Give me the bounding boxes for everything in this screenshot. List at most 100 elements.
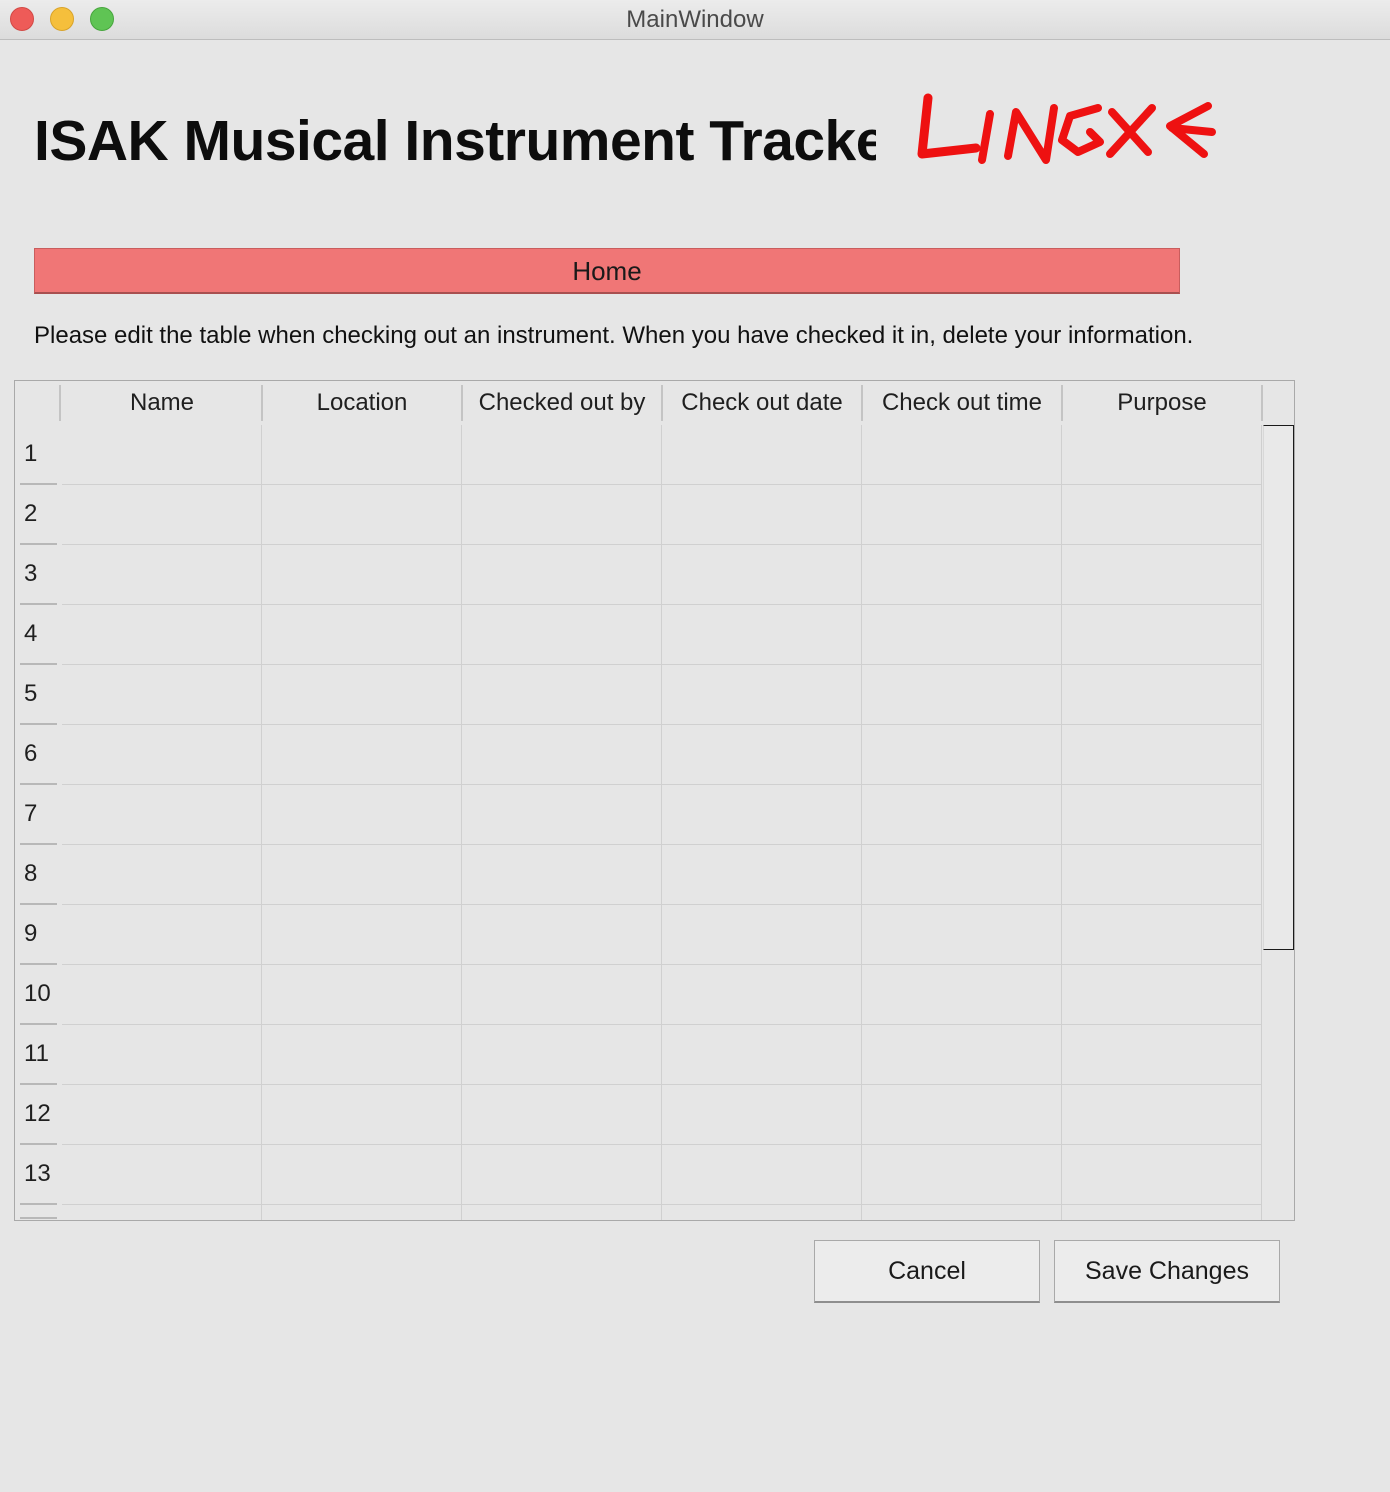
table-cell[interactable] xyxy=(262,425,461,484)
row-header[interactable]: 5 xyxy=(15,665,61,725)
table-cell[interactable] xyxy=(862,845,1061,904)
table-cell[interactable] xyxy=(262,605,461,664)
row-header[interactable]: 10 xyxy=(15,965,61,1025)
column-header[interactable]: Location xyxy=(262,381,462,425)
table-cell[interactable] xyxy=(1062,1025,1261,1084)
table-cell[interactable] xyxy=(862,1085,1061,1144)
table-cell[interactable] xyxy=(462,545,661,604)
table-cell[interactable] xyxy=(262,785,461,844)
table-cell[interactable] xyxy=(1062,905,1261,964)
table-cell[interactable] xyxy=(462,425,661,484)
row-header[interactable]: 12 xyxy=(15,1085,61,1145)
table-cell[interactable] xyxy=(462,785,661,844)
table-cell[interactable] xyxy=(462,1145,661,1204)
table-cell[interactable] xyxy=(62,725,261,784)
table-cell[interactable] xyxy=(62,485,261,544)
row-header[interactable]: 8 xyxy=(15,845,61,905)
table-corner[interactable] xyxy=(15,385,61,421)
column-header[interactable]: Checked out by xyxy=(462,381,662,425)
table-cell[interactable] xyxy=(1062,965,1261,1024)
table-cell[interactable] xyxy=(662,845,861,904)
row-header[interactable]: 9 xyxy=(15,905,61,965)
table-cell[interactable] xyxy=(1062,785,1261,844)
table-cell[interactable] xyxy=(1062,665,1261,724)
table-cell[interactable] xyxy=(1062,1085,1261,1144)
table-cell[interactable] xyxy=(662,485,861,544)
table-cell[interactable] xyxy=(62,905,261,964)
table-cell[interactable] xyxy=(262,665,461,724)
column-header[interactable]: Name xyxy=(62,381,262,425)
table-cell[interactable] xyxy=(862,1025,1061,1084)
table-cell[interactable] xyxy=(662,1025,861,1084)
table-cell[interactable] xyxy=(62,965,261,1024)
row-header[interactable]: 3 xyxy=(15,545,61,605)
table-cell[interactable] xyxy=(462,905,661,964)
table-cell[interactable] xyxy=(262,725,461,784)
column-header[interactable]: Purpose xyxy=(1062,381,1262,425)
table-cell[interactable] xyxy=(62,785,261,844)
table-cell[interactable] xyxy=(862,665,1061,724)
table-cell[interactable] xyxy=(662,545,861,604)
table-cell[interactable] xyxy=(62,845,261,904)
table-cell[interactable] xyxy=(662,905,861,964)
row-header[interactable]: 4 xyxy=(15,605,61,665)
table-cell[interactable] xyxy=(462,1025,661,1084)
table-cell[interactable] xyxy=(1062,605,1261,664)
column-header[interactable]: Check out time xyxy=(862,381,1062,425)
cancel-button[interactable]: Cancel xyxy=(814,1240,1040,1303)
table-cell[interactable] xyxy=(1062,725,1261,784)
table-cell[interactable] xyxy=(262,905,461,964)
table-cell[interactable] xyxy=(462,1085,661,1144)
table-cell[interactable] xyxy=(262,545,461,604)
scrollbar-thumb[interactable] xyxy=(1263,425,1294,950)
table-cell[interactable] xyxy=(62,665,261,724)
table-cell[interactable] xyxy=(462,845,661,904)
table-cell[interactable] xyxy=(1062,545,1261,604)
table-cell[interactable] xyxy=(862,545,1061,604)
table-cell[interactable] xyxy=(662,965,861,1024)
checkout-table[interactable]: Name Location Checked out by Check out date… xyxy=(14,380,1295,1221)
row-header[interactable]: 1 xyxy=(15,425,61,485)
table-cell[interactable] xyxy=(862,965,1061,1024)
save-changes-button[interactable]: Save Changes xyxy=(1054,1240,1280,1303)
table-cell[interactable] xyxy=(62,545,261,604)
table-cell[interactable] xyxy=(462,605,661,664)
table-cell[interactable] xyxy=(862,725,1061,784)
table-cell[interactable] xyxy=(62,425,261,484)
table-cell[interactable] xyxy=(662,1145,861,1204)
table-cell[interactable] xyxy=(462,965,661,1024)
table-cell[interactable] xyxy=(662,725,861,784)
table-cell[interactable] xyxy=(662,605,861,664)
table-cell[interactable] xyxy=(62,1025,261,1084)
table-cell[interactable] xyxy=(662,785,861,844)
table-cell[interactable] xyxy=(262,1145,461,1204)
table-cell[interactable] xyxy=(262,1085,461,1144)
home-button[interactable]: Home xyxy=(34,248,1180,294)
table-cell[interactable] xyxy=(862,785,1061,844)
table-cell[interactable] xyxy=(862,605,1061,664)
table-cell[interactable] xyxy=(862,1145,1061,1204)
table-cell[interactable] xyxy=(62,1145,261,1204)
table-cell[interactable] xyxy=(1062,425,1261,484)
row-header[interactable]: 7 xyxy=(15,785,61,845)
table-cell[interactable] xyxy=(862,485,1061,544)
table-cell[interactable] xyxy=(862,425,1061,484)
table-cell[interactable] xyxy=(662,665,861,724)
table-cell[interactable] xyxy=(862,905,1061,964)
table-cell[interactable] xyxy=(462,665,661,724)
row-header[interactable]: 6 xyxy=(15,725,61,785)
vertical-scrollbar[interactable] xyxy=(1261,425,1294,1220)
table-cell[interactable] xyxy=(462,485,661,544)
table-cell[interactable] xyxy=(262,1025,461,1084)
table-cell[interactable] xyxy=(262,845,461,904)
column-header[interactable]: Check out date xyxy=(662,381,862,425)
row-header[interactable]: 11 xyxy=(15,1025,61,1085)
table-cell[interactable] xyxy=(1062,845,1261,904)
table-cell[interactable] xyxy=(1062,485,1261,544)
table-cell[interactable] xyxy=(262,965,461,1024)
table-cell[interactable] xyxy=(462,725,661,784)
row-header[interactable]: 2 xyxy=(15,485,61,545)
table-cell[interactable] xyxy=(662,1085,861,1144)
table-cell[interactable] xyxy=(1062,1145,1261,1204)
row-header[interactable]: 13 xyxy=(15,1145,61,1205)
